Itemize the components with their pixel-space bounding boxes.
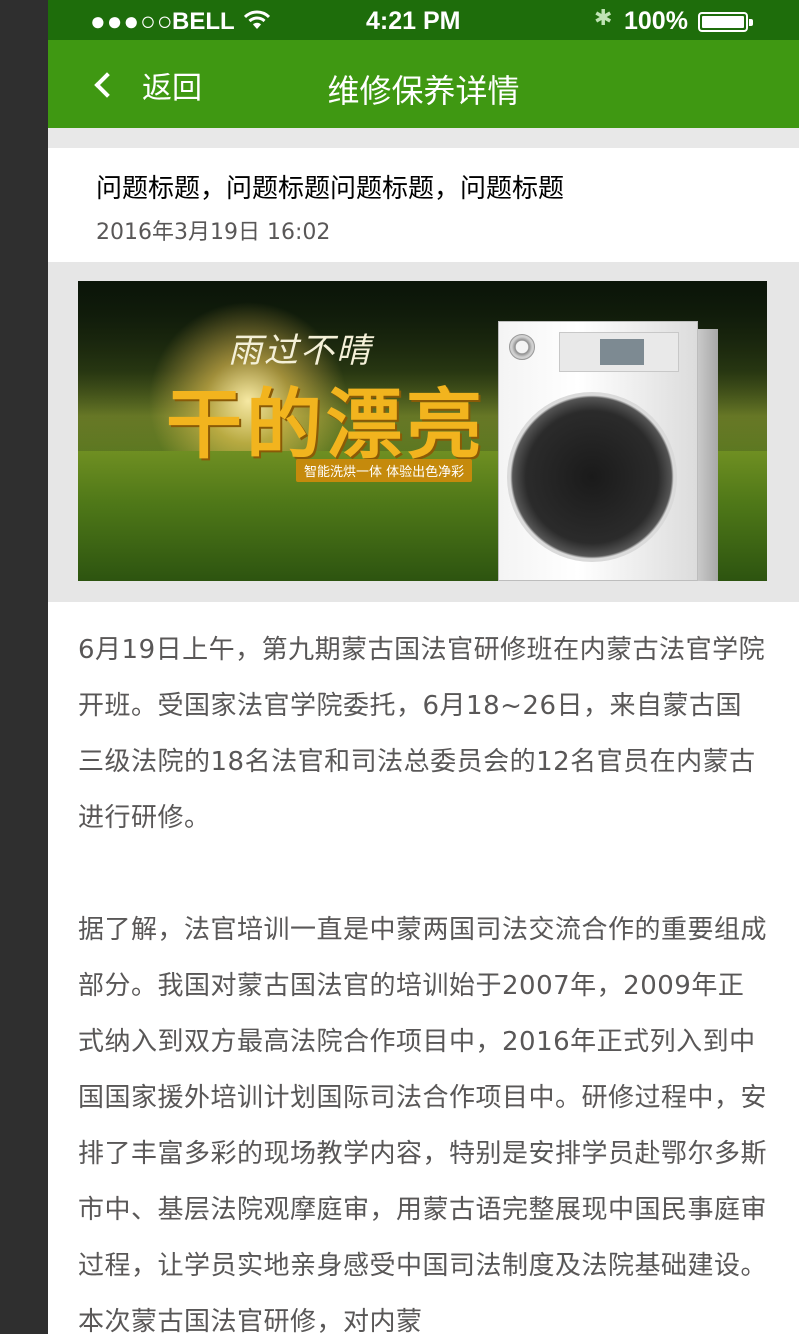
article-paragraph: 6月19日上午，第九期蒙古国法官研修班在内蒙古法官学院开班。受国家法官学院委托，… <box>78 635 766 833</box>
status-bar: ●●●○○ BELL 4:21 PM ✱ 100% <box>48 0 799 40</box>
battery-percent: 100% <box>624 7 688 35</box>
banner-slogan-main: 干的漂亮 <box>166 380 486 469</box>
banner-image[interactable]: 雨过不晴 干的漂亮 智能洗烘一体 体验出色净彩 <box>78 281 767 581</box>
banner-container: 雨过不晴 干的漂亮 智能洗烘一体 体验出色净彩 <box>48 262 799 602</box>
article-paragraph: 据了解，法官培训一直是中蒙两国司法交流合作的重要组成部分。我国对蒙古国法官的培训… <box>78 915 768 1334</box>
status-time: 4:21 PM <box>366 7 461 35</box>
detail-header: 问题标题，问题标题问题标题，问题标题 2016年3月19日 16:02 <box>48 148 799 262</box>
washer-display <box>600 339 644 365</box>
wifi-icon <box>243 10 271 34</box>
page-title: 维修保养详情 <box>327 72 520 110</box>
washer-side <box>698 329 718 581</box>
article-body: 6月19日上午，第九期蒙古国法官研修班在内蒙古法官学院开班。受国家法官学院委托，… <box>78 622 768 1334</box>
bluetooth-icon: ✱ <box>594 6 613 31</box>
battery-icon <box>698 12 753 32</box>
battery-fill <box>702 16 744 28</box>
washer-door <box>507 392 677 562</box>
washer-control-panel <box>559 332 679 372</box>
washer-body <box>498 321 698 581</box>
nav-bar: 返回 维修保养详情 <box>48 40 799 128</box>
question-date: 2016年3月19日 16:02 <box>96 220 331 245</box>
phone-screen: ●●●○○ BELL 4:21 PM ✱ 100% 返回 维修保养详情 问题标题… <box>48 0 799 1334</box>
washer-knob <box>509 334 535 360</box>
banner-slogan-sub: 智能洗烘一体 体验出色净彩 <box>296 459 473 482</box>
battery-tip <box>749 19 753 26</box>
washing-machine-image <box>498 321 718 581</box>
carrier-label: BELL <box>172 8 235 35</box>
question-title: 问题标题，问题标题问题标题，问题标题 <box>96 174 565 204</box>
section-divider <box>48 128 799 148</box>
signal-strength-icon: ●●●○○ <box>90 6 174 36</box>
